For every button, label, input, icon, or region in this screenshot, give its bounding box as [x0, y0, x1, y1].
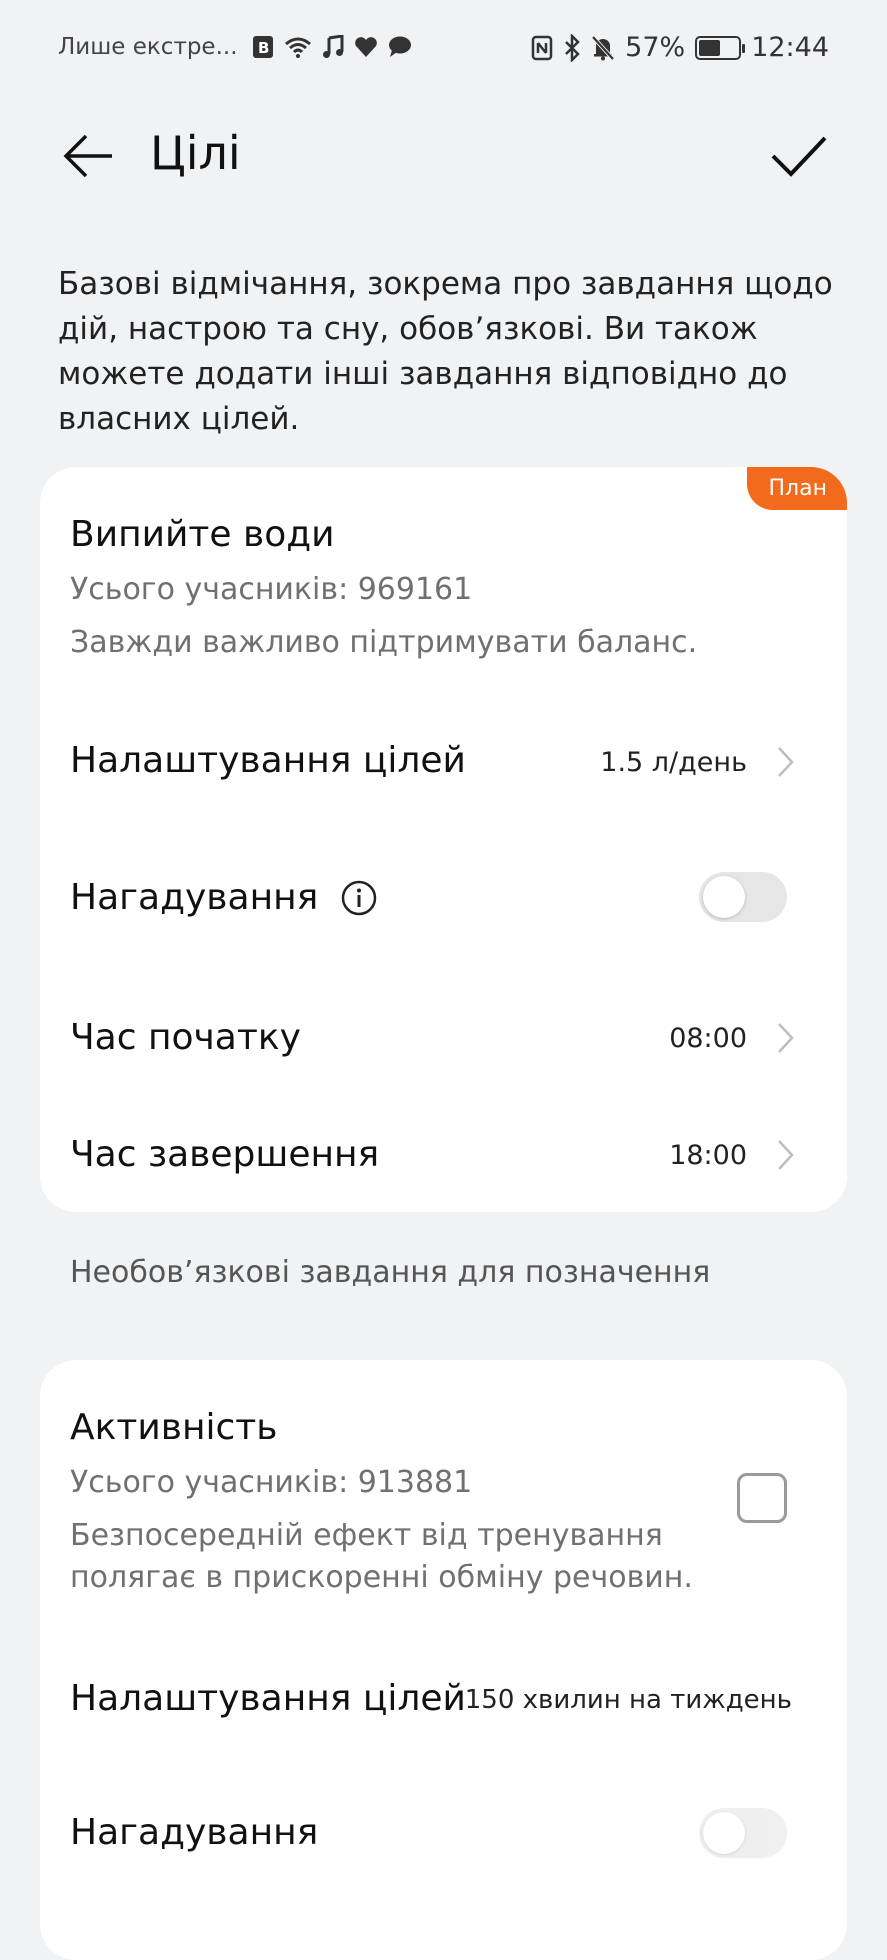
- task-description: Завжди важливо підтримувати баланс.: [70, 625, 698, 660]
- optional-tasks-heading: Необов’язкові завдання для позначення: [70, 1255, 711, 1290]
- reminder-label: Нагадування: [70, 877, 319, 918]
- music-icon: [322, 35, 344, 58]
- info-circle-icon[interactable]: [340, 879, 378, 917]
- end-time-value: 18:00: [669, 1140, 747, 1171]
- task-description-line-1: Безпосередній ефект від тренування: [70, 1518, 663, 1553]
- water-task-card: План Випийте води Усього учасників: 9691…: [40, 467, 847, 1212]
- arrow-left-icon: [63, 134, 112, 178]
- back-button[interactable]: [60, 128, 116, 184]
- chat-icon: [388, 36, 411, 57]
- task-title: Випийте води: [70, 514, 335, 555]
- reminder-toggle[interactable]: [699, 872, 787, 922]
- reminder-toggle[interactable]: [699, 1808, 787, 1858]
- start-time-label: Час початку: [70, 1017, 301, 1058]
- b-app-icon: B: [252, 36, 273, 58]
- end-time-label: Час завершення: [70, 1134, 380, 1175]
- task-description-line-2: полягає в прискоренні обміну речовин.: [70, 1560, 693, 1595]
- goal-setting-label: Налаштування цілей: [70, 1678, 466, 1719]
- task-participants: Усього учасників: 969161: [70, 572, 473, 607]
- chevron-right-icon: [778, 1140, 794, 1170]
- heart-app-icon: [354, 37, 377, 57]
- confirm-button[interactable]: [769, 126, 829, 186]
- status-left: Лише екстре... B: [58, 34, 412, 60]
- battery-icon: [695, 35, 746, 60]
- goal-setting-value: 1.5 л/день: [600, 747, 747, 778]
- activity-checkbox[interactable]: [737, 1473, 787, 1523]
- goal-setting-label: Налаштування цілей: [70, 740, 466, 781]
- wifi-icon: [284, 37, 311, 58]
- goal-setting-value: 150 хвилин на тиждень: [464, 1685, 792, 1715]
- svg-text:B: B: [258, 39, 269, 57]
- notification-icons: B: [252, 35, 412, 59]
- checkmark-icon: [771, 136, 827, 177]
- intro-text: Базові відмічання, зокрема про завдання …: [58, 266, 833, 437]
- task-title: Активність: [70, 1407, 278, 1448]
- start-time-value: 08:00: [669, 1023, 747, 1054]
- app-bar: Цілі: [0, 110, 887, 200]
- chevron-right-icon: [778, 747, 794, 777]
- toggle-knob: [703, 876, 745, 918]
- muted-bell-icon: [591, 35, 615, 60]
- clock: 12:44: [751, 32, 829, 63]
- carrier-text: Лише екстре...: [58, 34, 238, 60]
- nfc-icon: [531, 35, 553, 60]
- plan-badge: План: [746, 467, 847, 510]
- activity-task-card: Активність Усього учасників: 913881 Безп…: [40, 1360, 847, 1960]
- task-participants: Усього учасників: 913881: [70, 1465, 473, 1500]
- reminder-label: Нагадування: [70, 1812, 319, 1853]
- page-title: Цілі: [150, 126, 241, 180]
- battery-fill: [699, 39, 721, 56]
- chevron-right-icon: [778, 1023, 794, 1053]
- toggle-knob: [703, 1812, 745, 1854]
- status-bar: Лише екстре... B 57% 12:44: [0, 0, 887, 100]
- status-right: 57% 12:44: [531, 32, 829, 63]
- bluetooth-icon: [565, 33, 580, 62]
- battery-percent: 57%: [625, 32, 686, 63]
